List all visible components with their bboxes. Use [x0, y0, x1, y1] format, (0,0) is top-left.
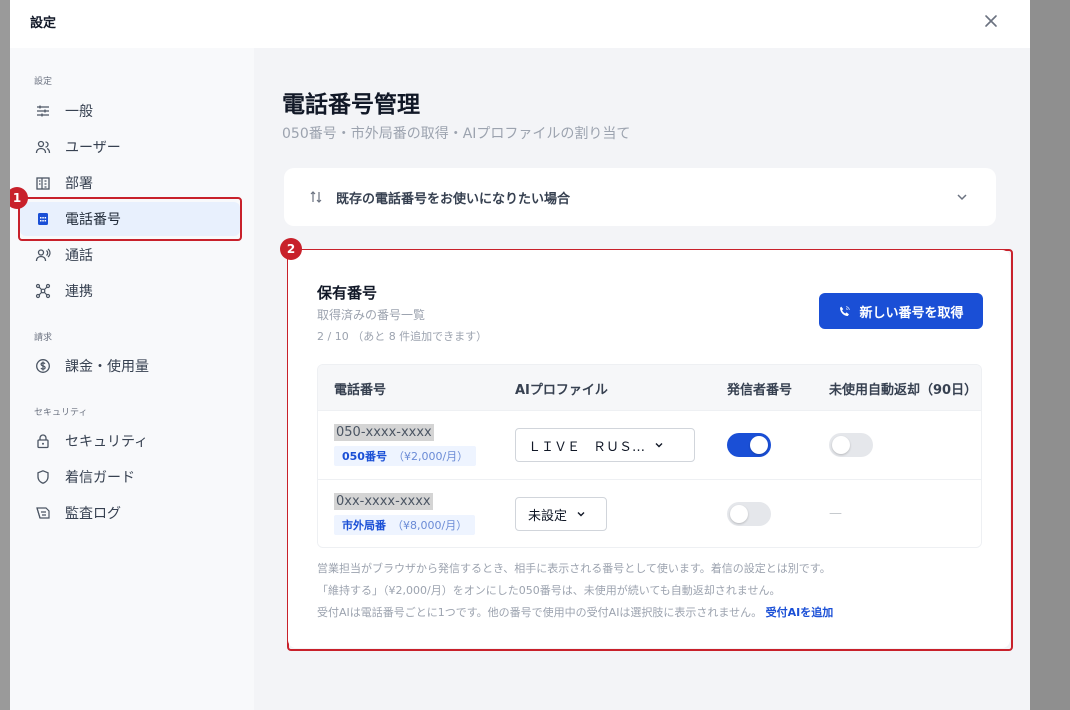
- phone-number: 050-xxxx-xxxx: [334, 424, 434, 441]
- building-icon: [35, 175, 51, 191]
- sidebar-item-label: 課金・使用量: [65, 359, 149, 375]
- sidebar-item-label: 通話: [65, 248, 93, 264]
- close-button[interactable]: [980, 10, 1002, 32]
- page-subtitle: 050番号・市外局番の取得・AIプロファイルの割り当て: [282, 126, 631, 142]
- number-type: 050番号: [342, 450, 387, 463]
- auto-return-toggle[interactable]: [829, 433, 873, 457]
- sidebar-item-general[interactable]: 一般: [20, 94, 240, 128]
- backdrop: [1030, 0, 1070, 710]
- select-value: ＬＩＶＥ ＲＵＳ…: [528, 439, 646, 455]
- table-row: 050-xxxx-xxxx 050番号 （¥2,000/月） ＬＩＶＥ ＲＵＳ…: [318, 411, 981, 480]
- backdrop: [0, 0, 10, 710]
- number-price: （¥8,000/月）: [392, 519, 468, 532]
- shield-icon: [35, 469, 51, 485]
- dollar-icon: [35, 358, 51, 374]
- sidebar-item-incoming-guard[interactable]: 着信ガード: [20, 460, 240, 494]
- sidebar-item-label: 着信ガード: [65, 470, 135, 486]
- select-value: 未設定: [528, 508, 568, 524]
- sidebar-item-users[interactable]: ユーザー: [20, 130, 240, 164]
- note-text: 営業担当がブラウザから発信するとき、相手に表示される番号として使います。着信の設…: [317, 562, 831, 575]
- number-type: 市外局番: [342, 519, 386, 532]
- owned-numbers-card: 保有番号 取得済みの番号一覧 2 / 10 （あと 8 件追加できます） 新しい…: [288, 250, 1010, 648]
- number-type-badge: 市外局番 （¥8,000/月）: [334, 515, 476, 535]
- log-icon: [35, 505, 51, 521]
- note-line: 受付AIは電話番号ごとに1つです。他の番号で使用中の受付AIは選択肢に表示されま…: [317, 604, 833, 620]
- sidebar-item-billing[interactable]: 課金・使用量: [20, 349, 240, 383]
- modal-title: 設定: [30, 16, 57, 31]
- existing-number-accordion[interactable]: 既存の電話番号をお使いになりたい場合: [284, 168, 996, 226]
- chevron-down-icon: [957, 194, 967, 201]
- column-header: AIプロファイル: [515, 383, 608, 398]
- voice-icon: [35, 247, 51, 263]
- accordion-label: 既存の電話番号をお使いになりたい場合: [336, 191, 571, 207]
- annotation-highlight: [18, 197, 242, 241]
- network-icon: [35, 283, 51, 299]
- ai-profile-select[interactable]: 未設定: [515, 497, 607, 531]
- auto-return-empty: —: [829, 506, 842, 521]
- number-type-badge: 050番号 （¥2,000/月）: [334, 446, 477, 466]
- sidebar-item-audit-log[interactable]: 監査ログ: [20, 496, 240, 530]
- phone-number: 0xx-xxxx-xxxx: [334, 493, 433, 510]
- card-title: 保有番号: [317, 284, 378, 302]
- modal-header: 設定: [10, 0, 1030, 48]
- get-new-number-button[interactable]: 新しい番号を取得: [819, 293, 983, 329]
- sidebar-section-security: セキュリティ: [34, 408, 88, 418]
- chevron-down-icon: [653, 439, 665, 451]
- main-content: 電話番号管理 050番号・市外局番の取得・AIプロファイルの割り当て 既存の電話…: [254, 48, 1030, 710]
- transfer-arrows-icon: [308, 189, 324, 205]
- ai-profile-select[interactable]: ＬＩＶＥ ＲＵＳ…: [515, 428, 695, 462]
- caller-id-toggle[interactable]: [727, 502, 771, 526]
- sidebar-item-label: 連携: [65, 284, 93, 300]
- sidebar-item-security[interactable]: セキュリティ: [20, 424, 240, 458]
- annotation-badge: 2: [280, 238, 302, 260]
- table-header: 電話番号 AIプロファイル 発信者番号 未使用自動返却（90日）: [318, 365, 981, 411]
- column-header: 発信者番号: [727, 383, 793, 398]
- users-icon: [35, 139, 51, 155]
- sidebar-item-departments[interactable]: 部署: [20, 166, 240, 200]
- number-price: （¥2,000/月）: [392, 450, 469, 463]
- toggle-knob: [750, 436, 768, 454]
- numbers-table: 電話番号 AIプロファイル 発信者番号 未使用自動返却（90日） 050-xxx…: [317, 364, 982, 548]
- chevron-down-icon: [575, 508, 587, 520]
- sidebar-item-label: 一般: [65, 104, 93, 120]
- sidebar-section-settings: 設定: [34, 77, 53, 87]
- settings-modal: 設定 設定 一般 ユーザー 部署 電話番号 通話 連携 請求 課金・使用量 セキ…: [10, 0, 1030, 710]
- sidebar: 設定 一般 ユーザー 部署 電話番号 通話 連携 請求 課金・使用量 セキュリテ…: [10, 48, 254, 710]
- column-header: 電話番号: [334, 383, 387, 398]
- sidebar-item-label: セキュリティ: [65, 434, 149, 450]
- close-icon: [985, 15, 997, 27]
- button-label: 新しい番号を取得: [859, 305, 964, 321]
- number-count: 2 / 10 （あと 8 件追加できます）: [317, 330, 488, 343]
- column-header: 未使用自動返却（90日）: [829, 383, 978, 398]
- sidebar-item-calls[interactable]: 通話: [20, 238, 240, 272]
- sidebar-item-label: ユーザー: [65, 140, 121, 156]
- toggle-knob: [730, 505, 748, 523]
- lock-icon: [35, 433, 51, 449]
- table-row: 0xx-xxxx-xxxx 市外局番 （¥8,000/月） 未設定 —: [318, 480, 981, 547]
- note-text: 「維持する」（¥2,000/月）をオンにした050番号は、未使用が続いても自動返…: [317, 584, 781, 597]
- sidebar-item-label: 部署: [65, 176, 93, 192]
- phone-icon: [838, 305, 851, 318]
- note-text: 受付AIは電話番号ごとに1つです。他の番号で使用中の受付AIは選択肢に表示されま…: [317, 606, 763, 619]
- sliders-icon: [35, 103, 51, 119]
- sidebar-item-integrations[interactable]: 連携: [20, 274, 240, 308]
- sidebar-item-label: 監査ログ: [65, 506, 121, 522]
- page-title: 電話番号管理: [282, 92, 420, 118]
- sidebar-section-billing: 請求: [34, 333, 53, 343]
- caller-id-toggle[interactable]: [727, 433, 771, 457]
- add-reception-ai-link[interactable]: 受付AIを追加: [766, 606, 834, 619]
- card-subtitle: 取得済みの番号一覧: [317, 308, 426, 322]
- toggle-knob: [832, 436, 850, 454]
